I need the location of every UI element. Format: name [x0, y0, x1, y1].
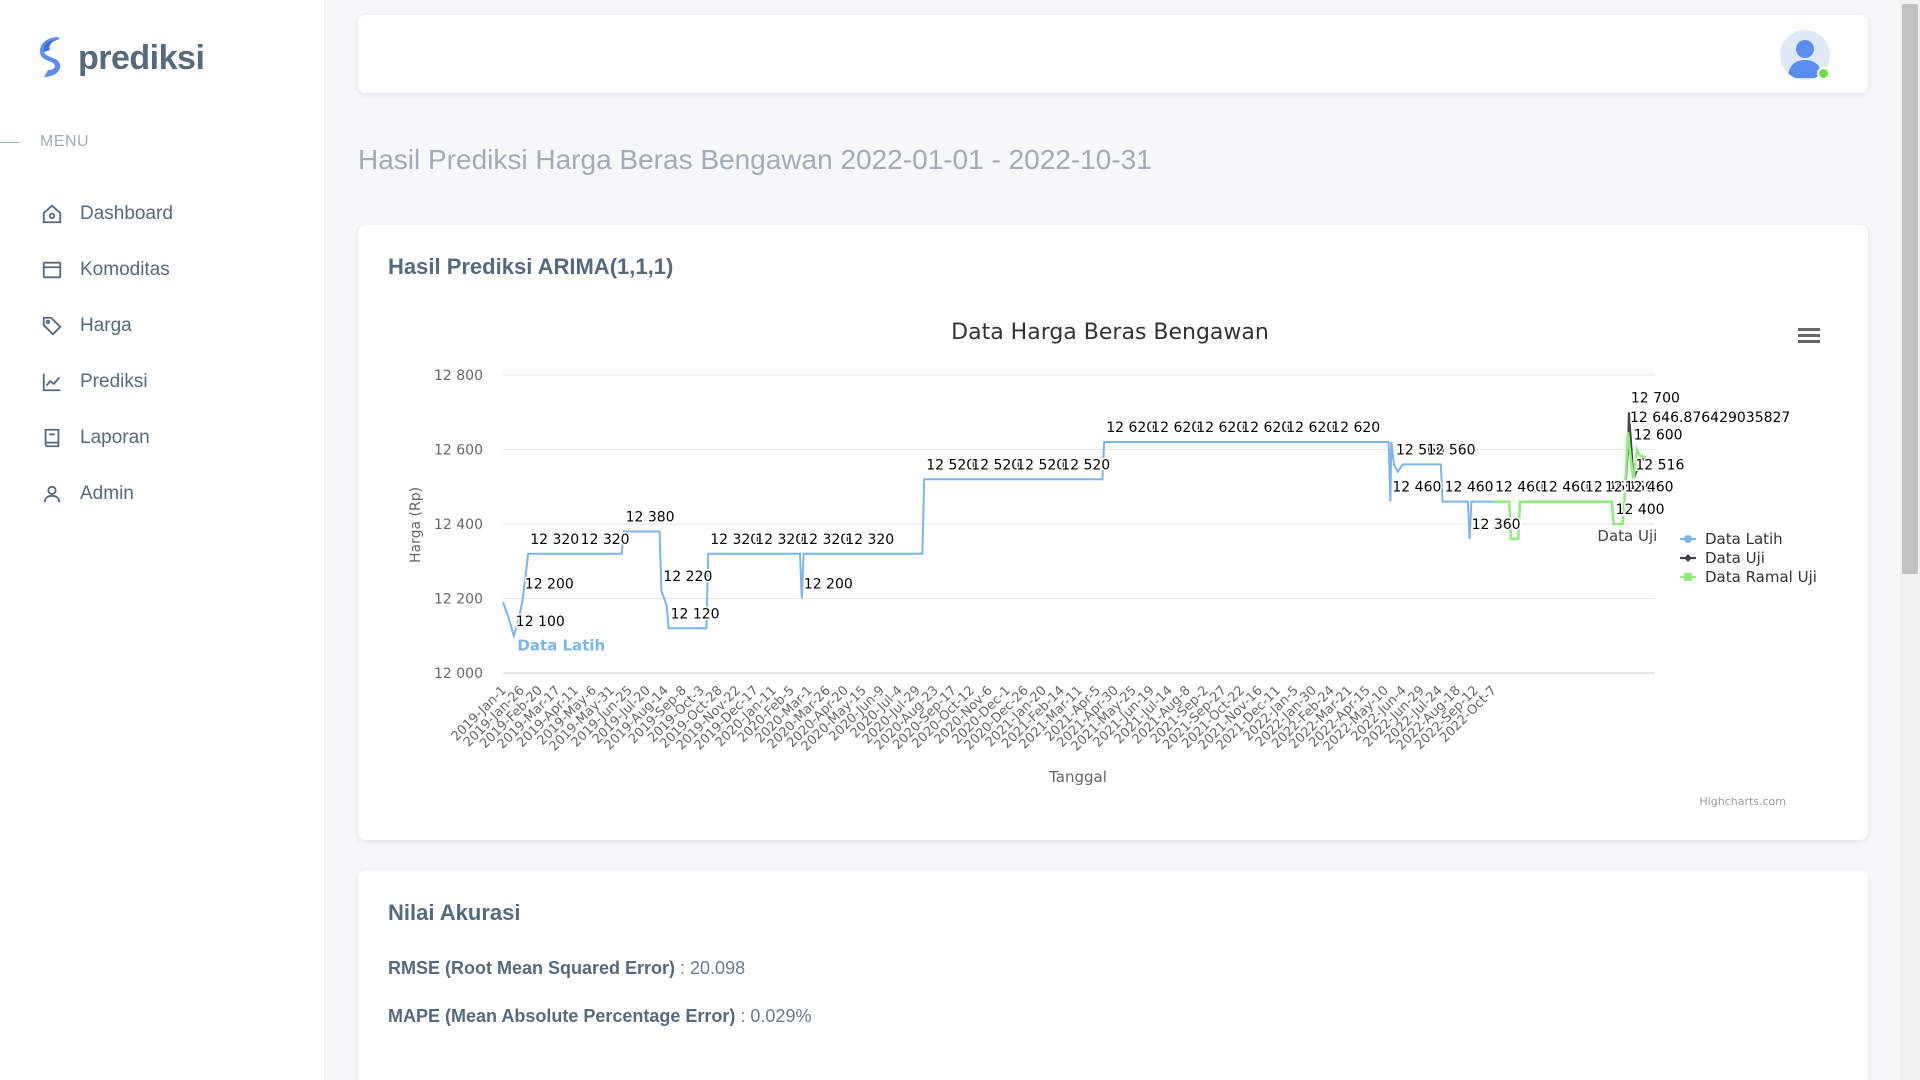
rmse-line: RMSE (Root Mean Squared Error) : 20.098: [388, 958, 745, 979]
tag-icon: [40, 314, 64, 338]
chart-credits[interactable]: Highcharts.com: [1699, 795, 1786, 808]
chart-title: Data Harga Beras Bengawan: [951, 320, 1269, 345]
scrollbar-thumb[interactable]: [1902, 4, 1918, 574]
sidebar-item-admin[interactable]: Admin: [40, 466, 173, 522]
data-label: 12 320: [581, 532, 630, 548]
data-label: 12 520: [926, 457, 975, 473]
data-label: 12 100: [516, 614, 565, 630]
chart-menu-icon[interactable]: [1798, 328, 1820, 343]
y-tick-label: 12 000: [434, 666, 483, 682]
y-tick-label: 12 200: [434, 592, 483, 608]
y-tick-label: 12 800: [434, 368, 483, 384]
box-icon: [40, 258, 64, 282]
data-label: 12 620: [1286, 420, 1335, 436]
menu-header: MENU: [0, 133, 89, 151]
data-label: 12 620: [1151, 420, 1200, 436]
sidebar-item-label: Prediksi: [80, 371, 148, 392]
legend-item-data-uji[interactable]: Data Uji: [1680, 549, 1765, 567]
mape-label: MAPE (Mean Absolute Percentage Error): [388, 1006, 736, 1026]
book-icon: [40, 426, 64, 450]
mape-value: : 0.029%: [735, 1006, 812, 1026]
price-chart[interactable]: Data Harga Beras Bengawan Harga (Rp) Tan…: [358, 225, 1868, 840]
brand-name: prediksi: [78, 38, 205, 77]
sidebar-item-label: Admin: [80, 483, 134, 504]
sidebar-item-dashboard[interactable]: Dashboard: [40, 186, 173, 242]
data-label: 12 320: [755, 532, 804, 548]
accuracy-title: Nilai Akurasi: [388, 900, 521, 925]
data-label: 12 646.876429035827: [1630, 410, 1790, 426]
x-axis-title: Tanggal: [1048, 768, 1107, 786]
y-axis-title: Harga (Rp): [408, 487, 424, 563]
sidebar-item-prediksi[interactable]: Prediksi: [40, 354, 173, 410]
rmse-value: : 20.098: [675, 958, 746, 978]
brand[interactable]: prediksi: [38, 36, 205, 80]
data-label: 12 560: [1427, 442, 1476, 458]
sidebar: prediksi MENU Dashboard Komoditas Harga: [0, 0, 325, 1080]
online-status-dot: [1817, 67, 1830, 80]
page-scrollbar[interactable]: [1900, 0, 1920, 1080]
data-label: 12 320: [845, 532, 894, 548]
sidebar-item-harga[interactable]: Harga: [40, 298, 173, 354]
top-navbar: [358, 15, 1868, 93]
menu-header-label: MENU: [40, 133, 90, 150]
data-label: 12 460: [1540, 480, 1589, 496]
legend-label: Data Latih: [1705, 530, 1783, 548]
data-label: 12 380: [626, 509, 675, 525]
data-label: 12 320: [530, 532, 579, 548]
sidebar-item-label: Laporan: [80, 427, 150, 448]
chart-line-icon: [40, 370, 64, 394]
accuracy-card: Nilai Akurasi RMSE (Root Mean Squared Er…: [358, 870, 1868, 1080]
legend-marker: [1684, 554, 1692, 562]
sidebar-item-label: Dashboard: [80, 203, 173, 224]
chart-card: Hasil Prediksi ARIMA(1,1,1) Data Harga B…: [358, 225, 1868, 840]
user-icon: [40, 482, 64, 506]
data-label: 12 400: [1616, 502, 1665, 518]
data-label: 12 200: [525, 577, 574, 593]
data-label: 12 520: [971, 457, 1020, 473]
data-label: 12 320: [800, 532, 849, 548]
sidebar-item-label: Komoditas: [80, 259, 170, 280]
legend-item-data-latih[interactable]: Data Latih: [1680, 530, 1783, 548]
data-label: 12 200: [804, 577, 853, 593]
data-label: 12 460: [1445, 480, 1494, 496]
data-label: 12 620: [1331, 420, 1380, 436]
sidebar-item-komoditas[interactable]: Komoditas: [40, 242, 173, 298]
data-label: 12 120: [671, 606, 720, 622]
series-label-data-latih: Data Latih: [517, 637, 605, 655]
data-label: 12 460: [1625, 480, 1674, 496]
data-label: 12 620: [1241, 420, 1290, 436]
data-label: 12 320: [710, 532, 759, 548]
legend-label: Data Uji: [1705, 549, 1765, 567]
data-label: 12 460: [1392, 480, 1441, 496]
legend-item-data-ramal-uji[interactable]: Data Ramal Uji: [1680, 568, 1817, 586]
data-label: 12 620: [1196, 420, 1245, 436]
rmse-label: RMSE (Root Mean Squared Error): [388, 958, 676, 978]
data-label: 12 360: [1472, 517, 1521, 533]
data-label: 12 516: [1635, 457, 1684, 473]
sidebar-menu: Dashboard Komoditas Harga Prediksi Lapor…: [40, 186, 173, 522]
data-label: 12 520: [1016, 457, 1065, 473]
y-tick-label: 12 400: [434, 517, 483, 533]
series-label-data-uji: Data Uji: [1597, 527, 1657, 545]
data-label: 12 620: [1106, 420, 1155, 436]
y-tick-label: 12 600: [434, 443, 483, 459]
sidebar-item-label: Harga: [80, 315, 132, 336]
data-label: 12 700: [1631, 390, 1680, 406]
legend-marker: [1684, 535, 1692, 543]
data-label: 12 220: [663, 569, 712, 585]
page-title: Hasil Prediksi Harga Beras Bengawan 2022…: [358, 144, 1152, 175]
data-label: 12 460: [1495, 480, 1544, 496]
sidebar-item-laporan[interactable]: Laporan: [40, 410, 173, 466]
legend-label: Data Ramal Uji: [1705, 568, 1817, 586]
brand-logo-icon: [40, 37, 61, 77]
data-label: 12 600: [1634, 428, 1683, 444]
home-icon: [40, 202, 64, 226]
mape-line: MAPE (Mean Absolute Percentage Error) : …: [388, 1006, 811, 1027]
legend-marker: [1684, 573, 1692, 581]
data-label: 12 520: [1061, 457, 1110, 473]
